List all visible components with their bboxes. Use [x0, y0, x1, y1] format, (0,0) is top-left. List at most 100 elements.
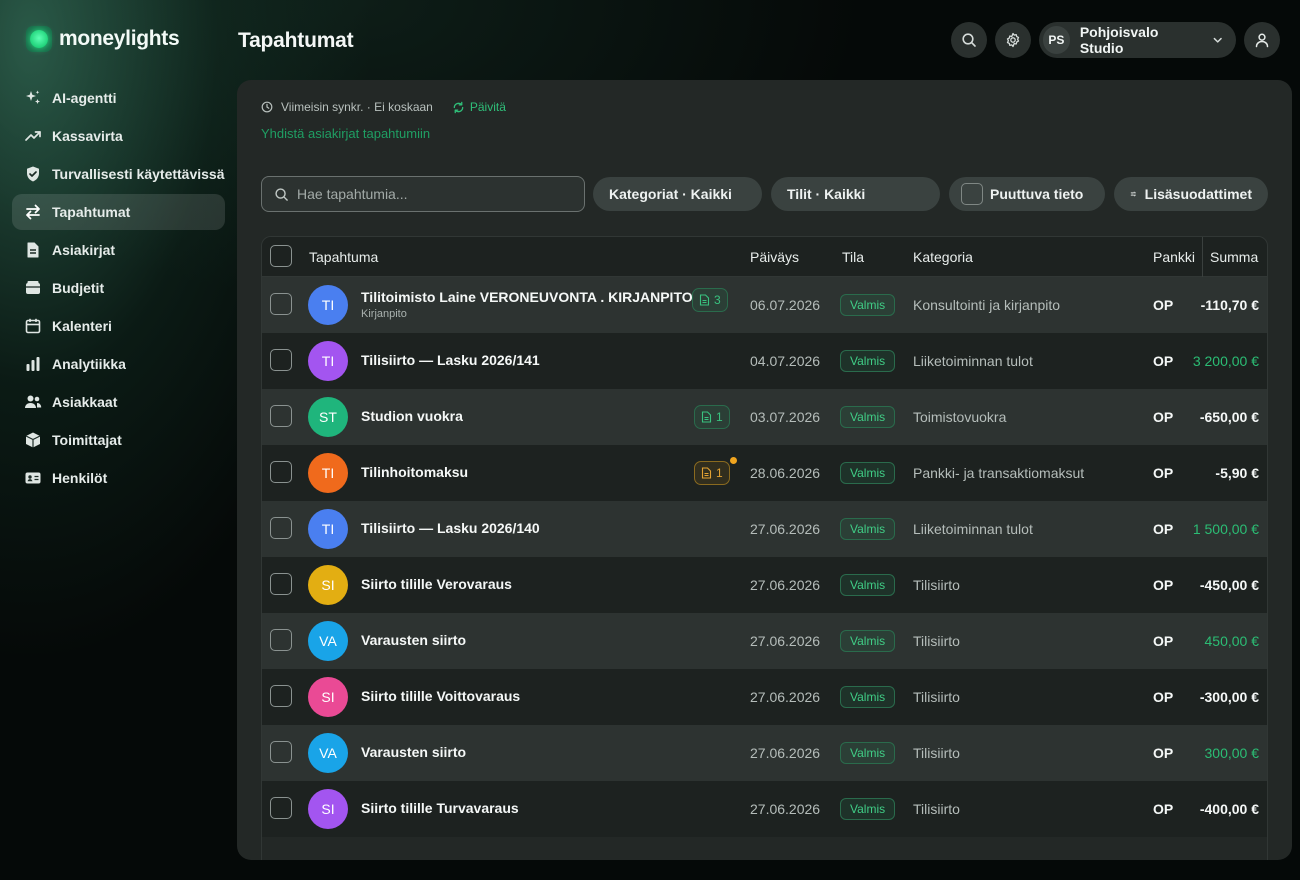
avatar: SI: [308, 789, 348, 829]
sidebar-item-label: Toimittajat: [52, 432, 122, 448]
transaction-category[interactable]: Toimistovuokra: [913, 409, 1006, 425]
transaction-category[interactable]: Tilisiirto: [913, 577, 960, 593]
transaction-title: Siirto tilille Voittovaraus: [361, 688, 521, 704]
col-date[interactable]: Päiväys: [750, 249, 799, 265]
sidebar-item-budjetit[interactable]: Budjetit: [12, 270, 225, 306]
link-documents-link[interactable]: Yhdistä asiakirjat tapahtumiin: [261, 126, 430, 141]
search-button[interactable]: [951, 22, 987, 58]
transaction-bank: OP: [1153, 297, 1174, 313]
attached-documents-badge[interactable]: 3: [692, 288, 728, 312]
row-checkbox[interactable]: [270, 741, 292, 763]
sidebar-item-henkilöt[interactable]: Henkilöt: [12, 460, 225, 496]
row-checkbox[interactable]: [270, 797, 292, 819]
account-filter[interactable]: Tilit · Kaikki: [771, 177, 940, 211]
refresh-label: Päivitä: [469, 100, 506, 114]
status-badge: Valmis: [840, 518, 896, 540]
status-badge: Valmis: [840, 406, 896, 428]
transaction-date: 27.06.2026: [750, 633, 821, 649]
category-filter[interactable]: Kategoriat · Kaikki: [593, 177, 762, 211]
table-row[interactable]: SI Siirto tilille Turvavaraus 27.06.2026 Va…: [262, 781, 1267, 837]
sidebar-item-kalenteri[interactable]: Kalenteri: [12, 308, 225, 344]
transaction-category[interactable]: Tilisiirto: [913, 801, 960, 817]
org-avatar: PS: [1043, 26, 1070, 54]
transaction-category[interactable]: Tilisiirto: [913, 745, 960, 761]
row-checkbox[interactable]: [270, 293, 292, 315]
sync-text: Viimeisin synkr. · Ei koskaan: [281, 100, 433, 114]
table-row[interactable]: SI Siirto tilille Verovaraus 27.06.2026 Val…: [262, 557, 1267, 613]
user-menu-button[interactable]: [1244, 22, 1280, 58]
sidebar-item-toimittajat[interactable]: Toimittajat: [12, 422, 225, 458]
organization-switcher[interactable]: PS Pohjoisvalo Studio: [1039, 22, 1236, 58]
transaction-category[interactable]: Liiketoiminnan tulot: [913, 353, 1033, 369]
transaction-bank: OP: [1153, 633, 1174, 649]
col-bank[interactable]: Pankki: [1153, 249, 1195, 265]
sidebar-item-label: Asiakkaat: [52, 394, 118, 410]
attached-documents-badge[interactable]: 1: [694, 461, 730, 485]
avatar: TI: [308, 509, 348, 549]
col-transaction[interactable]: Tapahtuma: [309, 249, 378, 265]
row-checkbox[interactable]: [270, 405, 292, 427]
row-checkbox[interactable]: [270, 685, 292, 707]
table-row[interactable]: TI Tilitoimisto Laine VERONEUVONTA . KIRJ…: [262, 277, 1267, 333]
transaction-category[interactable]: Konsultointi ja kirjanpito: [913, 297, 1060, 313]
settings-button[interactable]: [995, 22, 1031, 58]
transaction-amount: 1 500,00 €: [1192, 521, 1259, 537]
transaction-date: 27.06.2026: [750, 577, 821, 593]
warning-dot: [730, 457, 737, 464]
table-row[interactable]: VA Varausten siirto 27.06.2026 Valmis Tilisi…: [262, 725, 1267, 781]
select-all-checkbox[interactable]: [270, 245, 292, 267]
user-icon: [1255, 33, 1269, 48]
transaction-amount: -450,00 €: [1199, 577, 1259, 593]
attached-documents-badge[interactable]: 1: [694, 405, 730, 429]
sidebar-item-tapahtumat[interactable]: Tapahtumat: [12, 194, 225, 230]
row-checkbox[interactable]: [270, 461, 292, 483]
sidebar-item-asiakirjat[interactable]: Asiakirjat: [12, 232, 225, 268]
table-row[interactable]: VA Varausten siirto 27.06.2026 Valmis Tilisi…: [262, 613, 1267, 669]
sidebar-item-label: Henkilöt: [52, 470, 108, 486]
status-badge: Valmis: [840, 294, 896, 316]
search-input[interactable]: [297, 186, 567, 202]
sidebar-item-label: Turvallisesti käytettävissä: [52, 166, 225, 182]
transaction-category[interactable]: Liiketoiminnan tulot: [913, 521, 1033, 537]
row-checkbox[interactable]: [270, 629, 292, 651]
sidebar-item-label: Analytiikka: [52, 356, 126, 372]
col-status[interactable]: Tila: [842, 249, 864, 265]
sidebar-item-kassavirta[interactable]: Kassavirta: [12, 118, 225, 154]
missing-info-filter[interactable]: Puuttuva tieto: [949, 177, 1105, 211]
row-checkbox[interactable]: [270, 517, 292, 539]
table-row[interactable]: TI Tilinhoitomaksu 1 28.06.2026 Valmis Pankki…: [262, 445, 1267, 501]
refresh-button[interactable]: Päivitä: [452, 100, 506, 114]
sidebar-item-asiakkaat[interactable]: Asiakkaat: [12, 384, 225, 420]
more-filters-button[interactable]: Lisäsuodattimet: [1114, 177, 1268, 211]
col-category[interactable]: Kategoria: [913, 249, 973, 265]
transaction-title: Varausten siirto: [361, 744, 467, 760]
table-body: TI Tilitoimisto Laine VERONEUVONTA . KIRJ…: [262, 277, 1267, 837]
app-logo[interactable]: moneylights: [26, 26, 180, 52]
transactions-panel: Viimeisin synkr. · Ei koskaan Päivitä Yh…: [237, 80, 1292, 860]
row-checkbox[interactable]: [270, 349, 292, 371]
gear-icon: [1006, 32, 1020, 48]
transaction-category[interactable]: Pankki- ja transaktiomaksut: [913, 465, 1084, 481]
sidebar-item-turvallisesti-käytettävissä[interactable]: Turvallisesti käytettävissä: [12, 156, 225, 192]
search-field[interactable]: [261, 176, 585, 212]
id-card-icon: [24, 469, 42, 487]
missing-info-checkbox[interactable]: [961, 183, 983, 205]
transaction-category[interactable]: Tilisiirto: [913, 689, 960, 705]
clock-icon: [261, 101, 273, 113]
transaction-bank: OP: [1153, 409, 1174, 425]
table-row[interactable]: SI Siirto tilille Voittovaraus 27.06.2026 V…: [262, 669, 1267, 725]
row-checkbox[interactable]: [270, 573, 292, 595]
sidebar-item-ai-agentti[interactable]: AI-agentti: [12, 80, 225, 116]
table-row[interactable]: TI Tilisiirto — Lasku 2026/141 04.07.2026 V…: [262, 333, 1267, 389]
col-amount[interactable]: Summa: [1210, 249, 1258, 265]
table-row[interactable]: ST Studion vuokra 1 03.07.2026 Valmis Toimist…: [262, 389, 1267, 445]
transaction-title: Studion vuokra: [361, 408, 463, 424]
transaction-date: 06.07.2026: [750, 297, 821, 313]
status-badge: Valmis: [840, 350, 896, 372]
table-row[interactable]: TI Tilisiirto — Lasku 2026/140 27.06.2026 V…: [262, 501, 1267, 557]
sidebar-item-analytiikka[interactable]: Analytiikka: [12, 346, 225, 382]
sidebar-item-label: Asiakirjat: [52, 242, 116, 258]
status-badge: Valmis: [840, 630, 896, 652]
transaction-category[interactable]: Tilisiirto: [913, 633, 960, 649]
transaction-amount: 3 200,00 €: [1192, 353, 1259, 369]
